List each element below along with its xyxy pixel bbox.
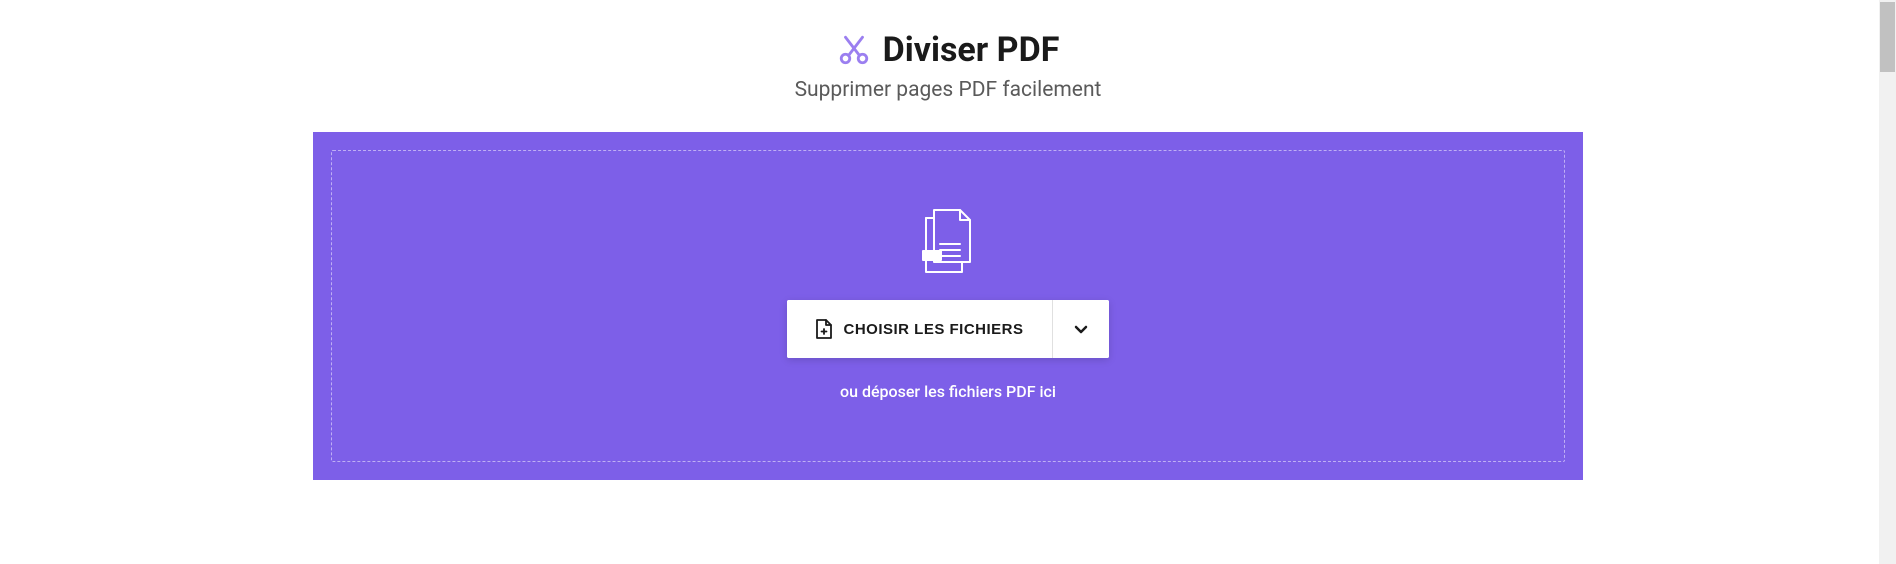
scrollbar-thumb[interactable] [1880,2,1895,72]
title-row: Diviser PDF [0,30,1896,70]
pdf-stack-icon: PDF [916,206,980,278]
page-header: Diviser PDF Supprimer pages PDF facileme… [0,30,1896,102]
scissors-icon [837,33,871,67]
choose-files-button[interactable]: CHOISIR LES FICHIERS [787,300,1051,358]
svg-text:PDF: PDF [924,252,940,261]
page-subtitle: Supprimer pages PDF facilement [0,78,1896,102]
chevron-down-icon [1073,321,1089,337]
page-container: Diviser PDF Supprimer pages PDF facileme… [0,0,1896,480]
page-title: Diviser PDF [883,30,1060,70]
dropzone[interactable]: PDF CHOISIR LES [331,150,1565,462]
file-plus-icon [815,318,833,340]
scrollbar-track[interactable] [1879,0,1896,564]
choose-source-dropdown[interactable] [1052,300,1109,358]
choose-files-label: CHOISIR LES FICHIERS [843,321,1023,338]
file-chooser-group: CHOISIR LES FICHIERS [787,300,1108,358]
dropzone-wrapper: PDF CHOISIR LES [313,132,1583,480]
drop-hint: ou déposer les fichiers PDF ici [840,382,1056,401]
